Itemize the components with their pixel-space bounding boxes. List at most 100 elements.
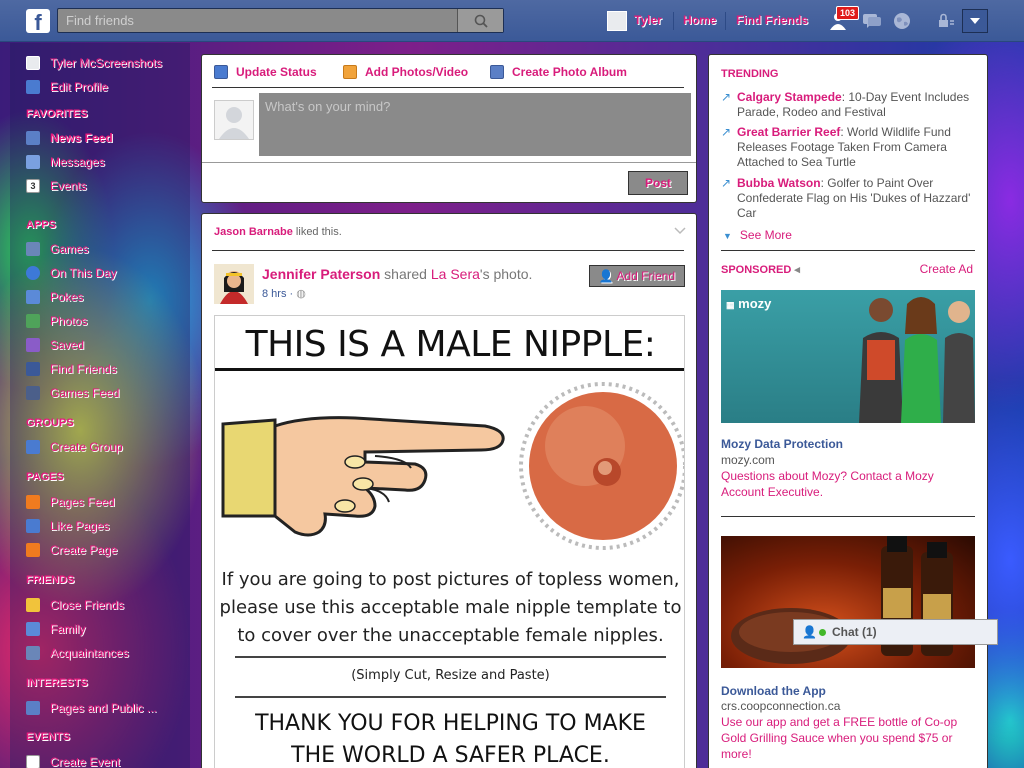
- ad-title-link[interactable]: Mozy Data Protection: [721, 437, 843, 451]
- megaphone-icon: ◂: [794, 264, 800, 276]
- user-avatar[interactable]: [607, 11, 627, 31]
- globe-icon[interactable]: [890, 9, 914, 33]
- divider: [725, 12, 726, 30]
- ad-body[interactable]: Use our app and get a FREE bottle of Co-…: [721, 714, 971, 762]
- sidebar-item-games-feed[interactable]: Games Feed: [26, 384, 119, 402]
- status-input[interactable]: [259, 93, 691, 156]
- plus-icon: [26, 755, 40, 768]
- poke-icon: [26, 290, 40, 304]
- facebook-logo[interactable]: f: [26, 9, 50, 33]
- sidebar-item-edit-profile[interactable]: Edit Profile: [26, 78, 108, 96]
- ad-body[interactable]: Questions about Mozy? Contact a Mozy Acc…: [721, 468, 971, 500]
- find-friends-icon: [26, 362, 40, 376]
- see-more-label: See More: [739, 228, 792, 242]
- author-name-link[interactable]: Jennifer Paterson: [262, 266, 380, 282]
- trending-item[interactable]: ↗ Calgary Stampede: 10-Day Event Include…: [721, 90, 981, 120]
- sidebar-item-create-page[interactable]: Create Page: [26, 541, 117, 559]
- photo-title-text: THIS IS A MALE NIPPLE:: [245, 324, 656, 365]
- messages-icon[interactable]: [860, 9, 884, 33]
- photo-small-text: (Simply Cut, Resize and Paste): [351, 668, 550, 683]
- create-ad-link[interactable]: Create Ad: [920, 262, 973, 276]
- sidebar-item-messages[interactable]: Messages: [26, 153, 105, 171]
- section-head-friends: FRIENDS: [26, 574, 75, 586]
- sidebar-item-saved[interactable]: Saved: [26, 336, 84, 354]
- sidebar-item-photos[interactable]: Photos: [26, 312, 87, 330]
- notification-badge: 103: [836, 6, 860, 20]
- ad-image[interactable]: ▦ mozy: [721, 290, 975, 423]
- author-avatar[interactable]: [214, 264, 254, 304]
- tab-label: Add Photos/Video: [365, 65, 469, 79]
- sidebar-item-label: Create Group: [50, 440, 123, 454]
- sidebar-item-label: Acquaintances: [50, 646, 129, 660]
- sidebar-item-pokes[interactable]: Pokes: [26, 288, 83, 306]
- account-menu-button[interactable]: [962, 9, 988, 33]
- sidebar-item-acquaintances[interactable]: Acquaintances: [26, 644, 129, 662]
- photo-text-line: If you are going to post pictures of top…: [221, 569, 680, 590]
- photo-suffix: 's photo.: [479, 266, 533, 282]
- trending-topic[interactable]: Bubba Watson: [737, 176, 821, 190]
- sidebar-item-label: Pokes: [50, 290, 84, 304]
- see-more-link[interactable]: ▼ See More: [723, 228, 792, 242]
- privacy-shortcuts-icon[interactable]: [934, 9, 958, 33]
- context-name-link[interactable]: Jason Barnabe: [214, 226, 293, 238]
- chevron-down-icon[interactable]: [674, 227, 686, 235]
- divider: [721, 250, 975, 251]
- sidebar-item-on-this-day[interactable]: On This Day: [26, 264, 116, 282]
- story-context: Jason Barnabe liked this.: [214, 226, 342, 238]
- search-button[interactable]: [457, 9, 503, 32]
- search-input[interactable]: [58, 9, 458, 32]
- ad-title-link[interactable]: Download the App: [721, 684, 826, 698]
- left-sidebar: Tyler McScreenshots Edit Profile FAVORIT…: [10, 43, 190, 768]
- trending-item[interactable]: ↗ Great Barrier Reef: World Wildlife Fun…: [721, 125, 981, 170]
- sidebar-item-family[interactable]: Family: [26, 620, 85, 638]
- plus-icon: [26, 440, 40, 454]
- sidebar-item-label: News Feed: [50, 131, 113, 145]
- divider: [212, 250, 684, 251]
- tab-create-album[interactable]: Create Photo Album: [490, 65, 627, 79]
- person-icon: 👤: [802, 625, 817, 639]
- tab-update-status[interactable]: Update Status: [214, 65, 317, 79]
- profile-link[interactable]: Tyler: [634, 13, 662, 27]
- sidebar-item-pages-feed[interactable]: Pages Feed: [26, 493, 115, 511]
- add-friend-button[interactable]: 👤 Add Friend: [589, 265, 685, 287]
- sidebar-item-games[interactable]: Games: [26, 240, 89, 258]
- sidebar-item-create-group[interactable]: Create Group: [26, 438, 123, 456]
- acquaintances-icon: [26, 646, 40, 660]
- sidebar-item-events[interactable]: 3 Events: [26, 177, 87, 195]
- games-icon: [26, 242, 40, 256]
- sidebar-item-find-friends[interactable]: Find Friends: [26, 360, 117, 378]
- divider: [235, 696, 666, 698]
- globe-icon: ◍: [296, 288, 306, 300]
- top-bar: f Tyler Home Find Friends 103: [0, 0, 1024, 42]
- sidebar-item-close-friends[interactable]: Close Friends: [26, 596, 124, 614]
- sponsored-heading: SPONSORED ◂: [721, 263, 800, 276]
- sidebar-item-label: Like Pages: [50, 519, 110, 533]
- trending-arrow-icon: ↗: [721, 125, 732, 139]
- camera-icon: [343, 65, 357, 79]
- photo-text-line: THE WORLD A SAFER PLACE.: [291, 743, 610, 768]
- sidebar-item-profile[interactable]: Tyler McScreenshots: [26, 54, 162, 72]
- page-name-link[interactable]: La Sera: [431, 266, 480, 282]
- shared-text: shared: [380, 266, 431, 282]
- chat-sidebar-toggle[interactable]: 👤 Chat (1): [793, 619, 998, 645]
- star-icon: [26, 598, 40, 612]
- find-friends-link[interactable]: Find Friends: [736, 13, 808, 27]
- sidebar-item-news-feed[interactable]: News Feed: [26, 129, 113, 147]
- sidebar-item-like-pages[interactable]: Like Pages: [26, 517, 109, 535]
- post-button[interactable]: Post: [628, 171, 688, 195]
- timestamp-link[interactable]: 8 hrs: [262, 288, 286, 300]
- trending-topic[interactable]: Calgary Stampede: [737, 90, 842, 104]
- tab-add-photos[interactable]: Add Photos/Video: [343, 65, 468, 79]
- trending-topic[interactable]: Great Barrier Reef: [737, 125, 840, 139]
- sidebar-item-pages-and-public[interactable]: Pages and Public ...: [26, 699, 157, 717]
- photo-body-text: If you are going to post pictures of top…: [215, 566, 684, 650]
- ad-image[interactable]: [721, 536, 975, 668]
- sidebar-item-label: Games Feed: [50, 386, 120, 400]
- sidebar-item-create-event[interactable]: Create Event: [26, 753, 120, 768]
- trending-item[interactable]: ↗ Bubba Watson: Golfer to Paint Over Con…: [721, 176, 981, 221]
- divider: [721, 516, 975, 517]
- shared-photo[interactable]: THIS IS A MALE NIPPLE: If you are going …: [214, 315, 685, 768]
- sidebar-item-label: Games: [50, 242, 89, 256]
- photo-text-line: please use this acceptable male nipple t…: [219, 597, 682, 618]
- home-link[interactable]: Home: [683, 13, 716, 27]
